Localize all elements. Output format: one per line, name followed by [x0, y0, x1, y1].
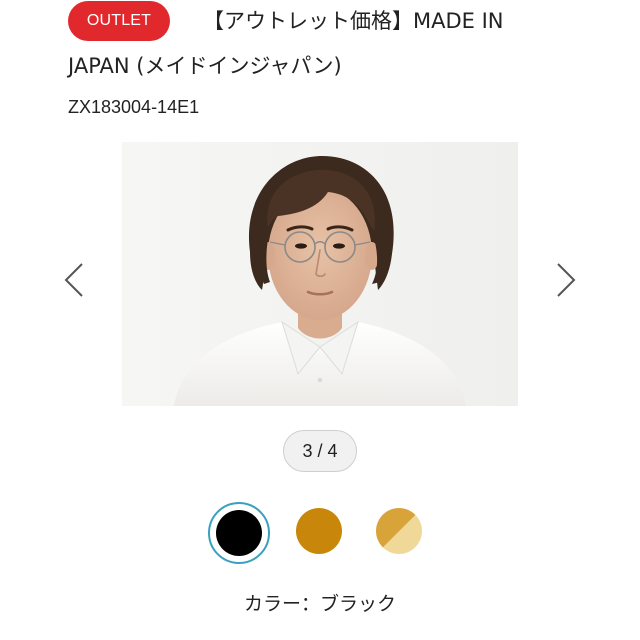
amber-swatch — [296, 508, 342, 554]
color-swatch-gold-clear[interactable] — [370, 502, 432, 564]
product-photo — [122, 142, 518, 406]
image-carousel — [0, 142, 640, 406]
carousel-next-button[interactable] — [552, 260, 580, 300]
carousel-counter: 3 / 4 — [283, 430, 357, 472]
product-sku: ZX183004-14E1 — [68, 97, 200, 117]
product-title-line-1: 【アウトレット価格】MADE IN — [203, 9, 504, 33]
model-photo-illustration — [122, 142, 518, 406]
product-title-line-2: JAPAN (メイドインジャパン) — [68, 54, 342, 78]
color-swatch-amber[interactable] — [290, 502, 352, 564]
chevron-right-icon — [557, 263, 576, 297]
color-swatch-black[interactable] — [208, 502, 270, 564]
outlet-badge: OUTLET — [68, 1, 170, 41]
selected-color-label: カラー：ブラック — [243, 593, 396, 615]
chevron-left-icon — [64, 263, 83, 297]
carousel-prev-button[interactable] — [60, 260, 88, 300]
black-swatch — [216, 510, 262, 556]
gold-clear-swatch — [376, 508, 422, 554]
product-page: OUTLET 【アウトレット価格】MADE IN JAPAN (メイドインジャパ… — [0, 0, 640, 640]
